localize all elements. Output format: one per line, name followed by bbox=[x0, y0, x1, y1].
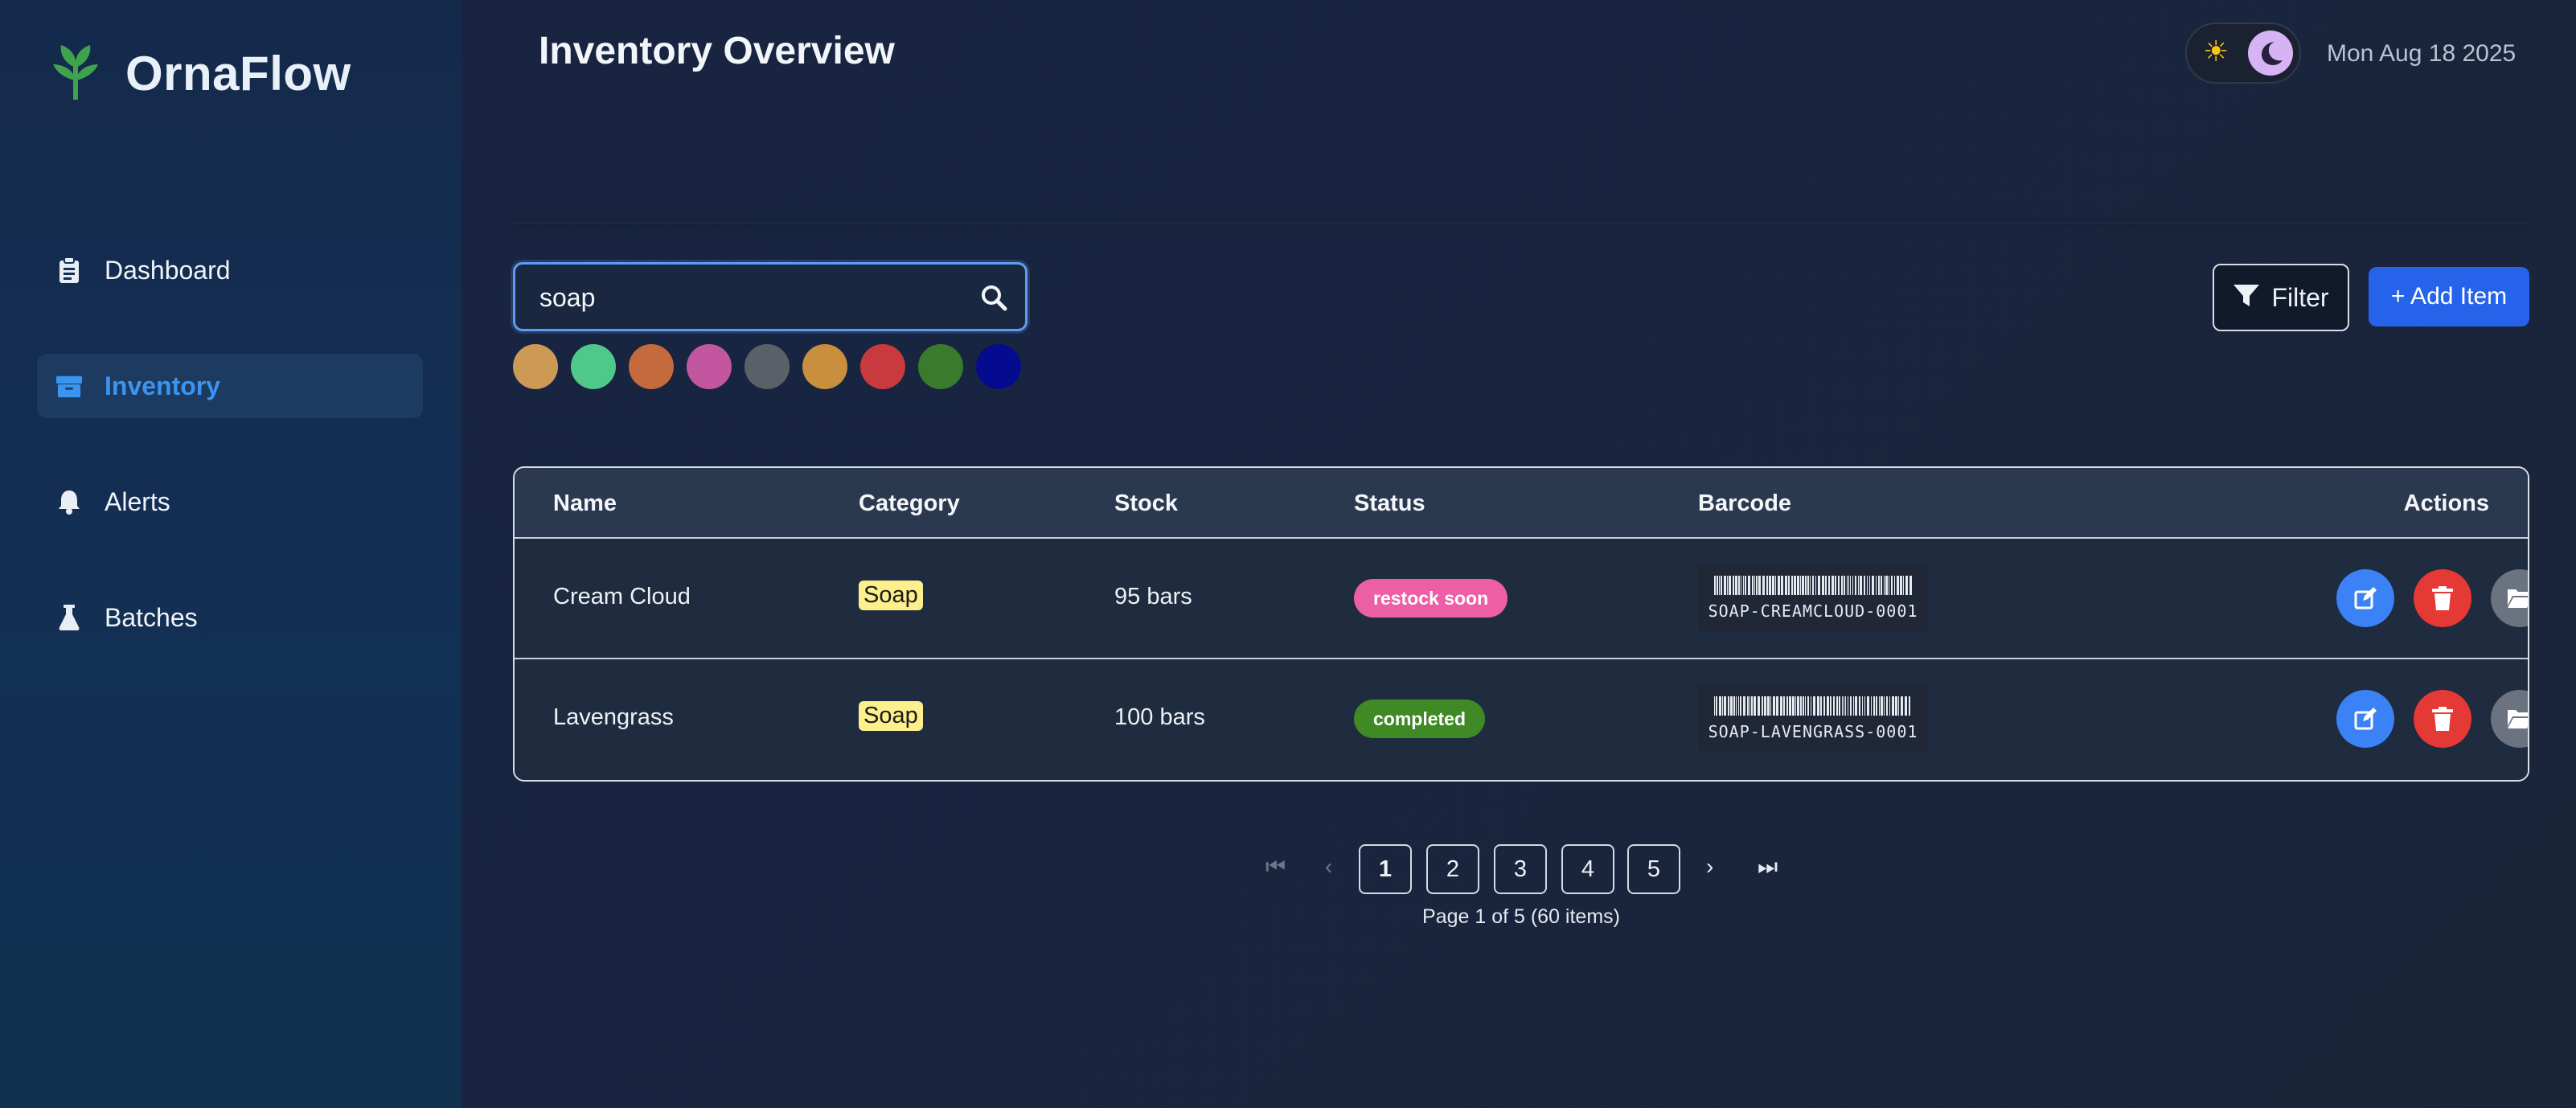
page-button-3[interactable]: 3 bbox=[1494, 844, 1547, 894]
add-item-button[interactable]: + Add Item bbox=[2369, 267, 2529, 326]
archive-button[interactable] bbox=[2491, 569, 2528, 627]
delete-button[interactable] bbox=[2414, 569, 2471, 627]
page-button-4[interactable]: 4 bbox=[1561, 844, 1614, 894]
trash-icon bbox=[2432, 707, 2453, 731]
edit-icon bbox=[2354, 708, 2377, 730]
flask-icon bbox=[56, 605, 82, 630]
sidebar-item-alerts[interactable]: Alerts bbox=[37, 470, 423, 534]
color-swatch[interactable] bbox=[571, 344, 616, 389]
theme-toggle[interactable]: ☀ bbox=[2185, 23, 2301, 84]
page-info: Page 1 of 5 (60 items) bbox=[1422, 905, 1620, 928]
column-header-actions: Actions bbox=[2403, 490, 2489, 516]
edit-icon bbox=[2354, 587, 2377, 609]
barcode-text: SOAP-CREAMCLOUD-0001 bbox=[1708, 601, 1918, 621]
bell-icon bbox=[56, 489, 82, 515]
folder-icon bbox=[2508, 710, 2528, 728]
table-header: Name Category Stock Status Barcode Actio… bbox=[515, 468, 2528, 539]
sidebar-item-inventory[interactable]: Inventory bbox=[37, 354, 423, 418]
filter-button[interactable]: Filter bbox=[2213, 264, 2349, 331]
folder-icon bbox=[2508, 589, 2528, 608]
color-swatch[interactable] bbox=[513, 344, 558, 389]
edit-button[interactable] bbox=[2336, 690, 2394, 748]
table-row[interactable]: Lavengrass Soap 100 bars completed SOAP-… bbox=[515, 659, 2528, 780]
brand-name: OrnaFlow bbox=[125, 47, 351, 101]
color-swatch[interactable] bbox=[860, 344, 905, 389]
barcode-bars bbox=[1714, 576, 1912, 595]
page-button-2[interactable]: 2 bbox=[1426, 844, 1479, 894]
delete-button[interactable] bbox=[2414, 690, 2471, 748]
search-box bbox=[513, 262, 1028, 331]
search-icon[interactable] bbox=[977, 281, 1011, 314]
table-row[interactable]: Cream Cloud Soap 95 bars restock soon SO… bbox=[515, 539, 2528, 659]
barcode: SOAP-LAVENGRASS-0001 bbox=[1698, 685, 1928, 753]
moon-icon bbox=[2248, 31, 2293, 76]
color-swatch[interactable] bbox=[918, 344, 963, 389]
color-swatch[interactable] bbox=[802, 344, 847, 389]
item-name: Cream Cloud bbox=[553, 584, 691, 609]
archive-button[interactable] bbox=[2491, 690, 2528, 748]
column-header-status[interactable]: Status bbox=[1354, 490, 1425, 517]
edit-button[interactable] bbox=[2336, 569, 2394, 627]
inventory-table: Name Category Stock Status Barcode Actio… bbox=[513, 466, 2529, 782]
sidebar: OrnaFlow Dashboard Inventory Alerts Batc… bbox=[0, 0, 461, 1108]
header-divider bbox=[511, 222, 2531, 224]
filter-icon bbox=[2233, 283, 2260, 313]
sidebar-item-dashboard[interactable]: Dashboard bbox=[37, 238, 423, 302]
sidebar-nav: Dashboard Inventory Alerts Batches bbox=[37, 238, 423, 701]
category-badge: Soap bbox=[859, 581, 923, 610]
sidebar-item-label: Alerts bbox=[105, 486, 170, 516]
stock-value: 100 bars bbox=[1114, 704, 1205, 730]
filter-label: Filter bbox=[2271, 282, 2329, 312]
column-header-barcode[interactable]: Barcode bbox=[1698, 490, 1791, 517]
box-icon bbox=[56, 373, 82, 399]
sidebar-item-label: Batches bbox=[105, 602, 198, 632]
last-page-icon[interactable]: ⏭ bbox=[1758, 854, 1778, 880]
status-badge: restock soon bbox=[1354, 579, 1508, 618]
item-name: Lavengrass bbox=[553, 704, 674, 730]
color-swatch[interactable] bbox=[687, 344, 732, 389]
sidebar-item-label: Inventory bbox=[105, 371, 221, 400]
search-input[interactable] bbox=[539, 279, 974, 316]
page-button-1[interactable]: 1 bbox=[1359, 844, 1412, 894]
column-header-category[interactable]: Category bbox=[859, 490, 960, 517]
next-page-icon[interactable]: › bbox=[1706, 854, 1713, 880]
sidebar-item-batches[interactable]: Batches bbox=[37, 585, 423, 650]
sun-icon: ☀ bbox=[2203, 35, 2229, 68]
page-button-5[interactable]: 5 bbox=[1627, 844, 1680, 894]
clipboard-icon bbox=[56, 257, 82, 283]
leaf-logo-icon bbox=[51, 43, 100, 104]
first-page-icon[interactable]: ⏮ bbox=[1265, 854, 1286, 880]
barcode-text: SOAP-LAVENGRASS-0001 bbox=[1708, 722, 1918, 741]
page-title: Inventory Overview bbox=[539, 30, 895, 72]
color-swatch[interactable] bbox=[976, 344, 1021, 389]
column-header-name[interactable]: Name bbox=[553, 490, 617, 517]
color-swatch[interactable] bbox=[629, 344, 674, 389]
status-badge: completed bbox=[1354, 700, 1486, 738]
color-swatch[interactable] bbox=[744, 344, 790, 389]
category-badge: Soap bbox=[859, 701, 923, 731]
barcode-bars bbox=[1714, 696, 1910, 716]
barcode: SOAP-CREAMCLOUD-0001 bbox=[1698, 564, 1928, 632]
column-header-stock[interactable]: Stock bbox=[1114, 490, 1178, 517]
sidebar-item-label: Dashboard bbox=[105, 255, 231, 285]
prev-page-icon[interactable]: ‹ bbox=[1325, 854, 1332, 880]
current-date: Mon Aug 18 2025 bbox=[2327, 40, 2517, 67]
brand[interactable]: OrnaFlow bbox=[51, 43, 351, 104]
stock-value: 95 bars bbox=[1114, 584, 1192, 609]
color-filter-swatches bbox=[513, 344, 1034, 389]
trash-icon bbox=[2432, 586, 2453, 610]
